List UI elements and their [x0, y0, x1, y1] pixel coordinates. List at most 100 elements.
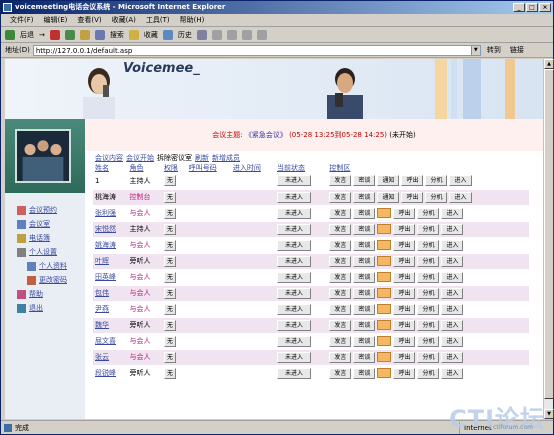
member-name[interactable]: 张利强: [95, 209, 116, 217]
close-button[interactable]: ×: [539, 3, 551, 12]
call-button[interactable]: 呼出: [393, 351, 416, 363]
enter-button[interactable]: 进入: [441, 239, 464, 251]
split-button[interactable]: 分机: [417, 303, 440, 315]
permission-button[interactable]: 无: [163, 287, 176, 299]
mute-button[interactable]: 密谈: [353, 191, 376, 203]
split-button[interactable]: 分机: [425, 175, 448, 187]
speak-button[interactable]: 发言: [329, 175, 352, 187]
scroll-up-icon[interactable]: ▲: [544, 59, 554, 69]
lock-icon[interactable]: [377, 335, 392, 346]
stop-icon[interactable]: [49, 29, 60, 40]
member-name[interactable]: 张云: [95, 353, 109, 361]
menu-item[interactable]: 查看(V): [72, 14, 106, 26]
speak-button[interactable]: 发言: [329, 223, 352, 235]
notify-button[interactable]: 通知: [377, 191, 400, 203]
column-header[interactable]: 角色: [127, 162, 161, 173]
split-button[interactable]: 分机: [417, 239, 440, 251]
speak-button[interactable]: 发言: [329, 335, 352, 347]
sidebar-item-label[interactable]: 个人资料: [39, 259, 67, 273]
speak-button[interactable]: 发言: [329, 191, 352, 203]
permission-button[interactable]: 无: [163, 191, 176, 203]
mute-button[interactable]: 密谈: [353, 175, 376, 187]
refresh-icon[interactable]: [64, 29, 75, 40]
history-button[interactable]: 历史: [178, 27, 192, 43]
member-name[interactable]: 屈文喜: [95, 337, 116, 345]
permission-button[interactable]: 无: [163, 367, 176, 379]
mute-button[interactable]: 密谈: [353, 351, 376, 363]
permission-button[interactable]: 无: [163, 335, 176, 347]
call-button[interactable]: 呼出: [393, 255, 416, 267]
mute-button[interactable]: 密谈: [353, 287, 376, 299]
split-button[interactable]: 分机: [417, 367, 440, 379]
column-header[interactable]: 姓名: [93, 162, 127, 173]
permission-button[interactable]: 无: [163, 223, 176, 235]
status-button[interactable]: 未进入: [277, 239, 311, 251]
sidebar-item[interactable]: 个人设置: [9, 245, 67, 259]
enter-button[interactable]: 进入: [441, 303, 464, 315]
lock-icon[interactable]: [377, 271, 392, 282]
sidebar-item[interactable]: 更改密码: [9, 273, 67, 287]
discuss-icon[interactable]: [241, 29, 252, 40]
permission-button[interactable]: 无: [163, 239, 176, 251]
permission-button[interactable]: 无: [163, 255, 176, 267]
split-button[interactable]: 分机: [417, 271, 440, 283]
column-header[interactable]: 进入时间: [231, 162, 275, 173]
menu-item[interactable]: 编辑(E): [39, 14, 73, 26]
member-name[interactable]: 包伟: [95, 289, 109, 297]
speak-button[interactable]: 发言: [329, 367, 352, 379]
minimize-button[interactable]: _: [513, 3, 525, 12]
split-button[interactable]: 分机: [417, 223, 440, 235]
address-input[interactable]: http://127.0.0.1/default.asp ▼: [32, 44, 481, 56]
enter-button[interactable]: 进入: [441, 271, 464, 283]
status-button[interactable]: 未进入: [277, 271, 311, 283]
home-icon[interactable]: [79, 29, 90, 40]
status-button[interactable]: 未进入: [277, 207, 311, 219]
split-button[interactable]: 分机: [417, 319, 440, 331]
menu-item[interactable]: 收藏(A): [107, 14, 141, 26]
call-button[interactable]: 呼出: [401, 175, 424, 187]
call-button[interactable]: 呼出: [393, 287, 416, 299]
speak-button[interactable]: 发言: [329, 255, 352, 267]
permission-button[interactable]: 无: [163, 271, 176, 283]
sidebar-item-label[interactable]: 退出: [29, 301, 43, 315]
call-button[interactable]: 呼出: [393, 239, 416, 251]
split-button[interactable]: 分机: [417, 287, 440, 299]
sidebar-item[interactable]: 会议室: [9, 217, 67, 231]
enter-button[interactable]: 进入: [441, 367, 464, 379]
sidebar-item-label[interactable]: 会议预约: [29, 203, 57, 217]
lock-icon[interactable]: [377, 287, 392, 298]
favorites-button[interactable]: 收藏: [144, 27, 158, 43]
go-button[interactable]: 转到: [484, 45, 504, 55]
status-button[interactable]: 未进入: [277, 175, 311, 187]
member-name[interactable]: 叶辉: [95, 257, 109, 265]
scrollbar[interactable]: ▲ ▼: [543, 59, 554, 419]
chevron-down-icon[interactable]: ▼: [470, 45, 480, 55]
permission-button[interactable]: 无: [163, 303, 176, 315]
sidebar-item[interactable]: 电话簿: [9, 231, 67, 245]
enter-button[interactable]: 进入: [441, 287, 464, 299]
permission-button[interactable]: 无: [163, 207, 176, 219]
lock-icon[interactable]: [377, 239, 392, 250]
scroll-thumb[interactable]: [544, 69, 554, 399]
split-button[interactable]: 分机: [417, 351, 440, 363]
speak-button[interactable]: 发言: [329, 351, 352, 363]
status-button[interactable]: 未进入: [277, 191, 311, 203]
status-button[interactable]: 未进入: [277, 351, 311, 363]
permission-button[interactable]: 无: [163, 175, 176, 187]
search-icon[interactable]: [94, 29, 105, 40]
call-button[interactable]: 呼出: [401, 191, 424, 203]
sidebar-item[interactable]: 帮助: [9, 287, 67, 301]
mute-button[interactable]: 密谈: [353, 239, 376, 251]
sidebar-item[interactable]: 个人资料: [9, 259, 67, 273]
menu-item[interactable]: 文件(F): [5, 14, 39, 26]
split-button[interactable]: 分机: [417, 335, 440, 347]
mute-button[interactable]: 密谈: [353, 335, 376, 347]
edit-icon[interactable]: [226, 29, 237, 40]
speak-button[interactable]: 发言: [329, 303, 352, 315]
lock-icon[interactable]: [377, 207, 392, 218]
back-button[interactable]: 后退: [20, 27, 34, 43]
enter-button[interactable]: 进入: [449, 191, 472, 203]
member-name[interactable]: 宋悦然: [95, 225, 116, 233]
status-button[interactable]: 未进入: [277, 335, 311, 347]
call-button[interactable]: 呼出: [393, 223, 416, 235]
